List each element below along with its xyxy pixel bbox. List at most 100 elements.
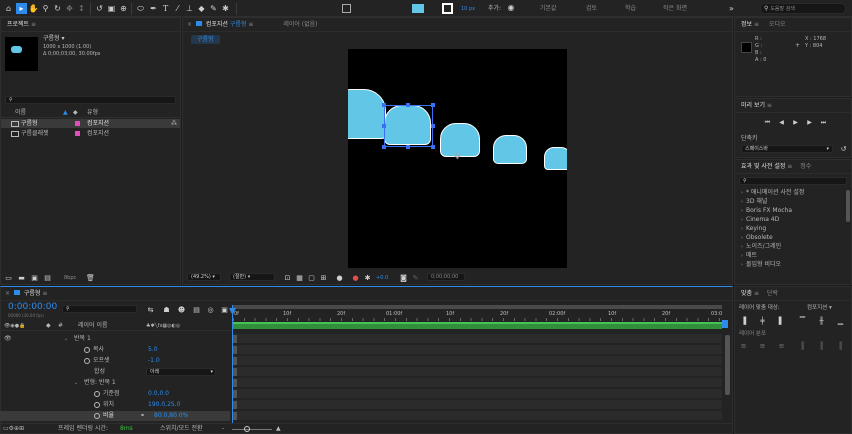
show-snapshot-icon[interactable]: ✎ xyxy=(411,273,420,282)
roto-brush-tool-icon[interactable]: ✎ xyxy=(209,4,218,13)
link-icon[interactable]: ⚭ xyxy=(140,411,145,421)
align-top-icon[interactable]: ▔ xyxy=(798,316,807,325)
resolution-select[interactable]: (절반) ▾ xyxy=(229,273,275,281)
clone-stamp-tool-icon[interactable]: ⊥ xyxy=(185,4,194,13)
workspace-learn[interactable]: 학습 xyxy=(625,5,636,13)
mask-visibility-icon[interactable]: ▢ xyxy=(307,273,316,282)
stopwatch-icon[interactable] xyxy=(84,357,90,364)
cloud-shape[interactable] xyxy=(348,89,386,139)
prop-row[interactable]: 비율 ⚭ 80.0,80.0% xyxy=(0,411,230,421)
selection-bounding-box[interactable] xyxy=(384,105,433,147)
prop-row[interactable]: 👁 ⌄ 반복 1 xyxy=(0,334,230,344)
timeline-timecode[interactable]: 0:00:00:00 xyxy=(8,302,57,312)
tab-info[interactable]: 정보 xyxy=(741,21,752,28)
eraser-tool-icon[interactable]: ◆ xyxy=(197,4,206,13)
zoom-out-icon[interactable]: - xyxy=(222,425,224,433)
puppet-tool-icon[interactable]: ✱ xyxy=(221,4,230,13)
effects-category[interactable]: › 노이즈/그레인 xyxy=(735,242,851,251)
col-type-header[interactable]: 유형 xyxy=(87,109,98,117)
effects-category[interactable]: › 매트 xyxy=(735,251,851,260)
project-row[interactable]: 구름형 컴포지션 ⁂ xyxy=(1,119,180,128)
previous-frame-icon[interactable]: ◀ xyxy=(777,118,786,127)
layer-tab[interactable]: 레이어 (없음) xyxy=(283,21,317,28)
new-comp-icon[interactable]: ▣ xyxy=(30,273,39,282)
stopwatch-icon[interactable] xyxy=(94,412,100,419)
effects-category[interactable]: › 3D 채널 xyxy=(735,197,851,206)
shape-tool-icon[interactable]: ⬭ xyxy=(135,4,146,13)
scrollbar[interactable] xyxy=(846,190,850,222)
layer-duration-bar[interactable] xyxy=(233,322,722,329)
pan-tool-icon[interactable]: ✥ xyxy=(65,4,74,13)
help-search-field[interactable]: ⚲ 도움말 검색 xyxy=(760,3,846,14)
shortcut-select[interactable]: 스페이스바 ▾ xyxy=(741,145,833,153)
type-tool-icon[interactable]: T xyxy=(161,4,170,13)
comp-canvas[interactable]: ✥ xyxy=(348,49,567,268)
color-management-icon[interactable]: ● xyxy=(351,273,360,282)
brush-tool-icon[interactable]: ⁄ xyxy=(173,4,182,13)
footer-icons[interactable]: ▭⚙⊕⊞ xyxy=(3,425,24,433)
tab-effects[interactable]: 효과 및 사전 설정 xyxy=(741,163,785,170)
effects-category[interactable]: › * 애니메이션 사전 설정 xyxy=(735,188,851,197)
first-frame-icon[interactable]: ⏮ xyxy=(763,118,772,127)
bbox-handle[interactable] xyxy=(406,103,410,107)
project-search-input[interactable]: ⚲ xyxy=(5,96,176,104)
fill-color-swatch[interactable] xyxy=(412,4,424,13)
tab-audio[interactable]: 오디오 xyxy=(769,21,786,28)
hand-tool-icon[interactable]: ✋ xyxy=(29,4,39,13)
workspace-review[interactable]: 검토 xyxy=(586,5,597,13)
region-of-interest-icon[interactable]: ⊡ xyxy=(283,273,292,282)
work-area-end[interactable] xyxy=(722,320,728,328)
project-item-name[interactable]: 구름형 ▾ xyxy=(43,35,64,43)
shy-layers-icon[interactable]: ☻ xyxy=(177,305,186,314)
anchor-point-icon[interactable]: ✥ xyxy=(454,152,461,161)
work-area-bar[interactable] xyxy=(233,305,722,309)
effects-search-input[interactable]: ⚲ xyxy=(739,177,847,185)
interpret-footage-icon[interactable]: ▭ xyxy=(4,273,13,282)
prop-row[interactable]: 위치 190.0,25.0 xyxy=(0,400,230,410)
project-row[interactable]: 구름클래젯 컴포지션 xyxy=(1,129,180,138)
bbox-handle[interactable] xyxy=(382,103,386,107)
align-left-icon[interactable]: ▐ xyxy=(739,316,748,325)
rotate-tool-icon[interactable]: ↺ xyxy=(95,4,104,13)
timeline-comp-tab[interactable]: 구름형 ≡ xyxy=(24,290,48,297)
tab-constant[interactable]: 정수 xyxy=(800,163,811,170)
add-icon[interactable]: ◉ xyxy=(507,4,515,12)
zoom-slider-handle[interactable] xyxy=(244,426,250,432)
prop-row[interactable]: 기준점 0.0,0.0 xyxy=(0,389,230,399)
graph-editor-icon[interactable]: ▣ xyxy=(220,305,229,314)
timeline-search-input[interactable]: ⚲ xyxy=(62,305,137,313)
bpc-label[interactable]: 8bpc xyxy=(64,274,76,282)
prop-row[interactable]: 오프셋 -1.0 xyxy=(0,356,230,366)
effects-category[interactable]: › Keying xyxy=(735,224,851,233)
fill-swatch-icon[interactable] xyxy=(342,4,351,13)
stroke-width-value[interactable]: 10 px xyxy=(461,5,475,13)
pen-tool-icon[interactable]: ✒ xyxy=(149,4,158,13)
frame-blending-icon[interactable]: ▤ xyxy=(192,305,201,314)
bbox-handle[interactable] xyxy=(431,124,435,128)
align-h-center-icon[interactable]: ╪ xyxy=(758,316,767,325)
effects-category[interactable]: › Obsolete xyxy=(735,233,851,242)
motion-blur-icon[interactable]: ◎ xyxy=(206,305,215,314)
guide-options-icon[interactable]: ⊞ xyxy=(319,273,328,282)
home-icon[interactable]: ⌂ xyxy=(4,4,13,13)
next-frame-icon[interactable]: ▶ xyxy=(805,118,814,127)
align-bottom-icon[interactable]: ▁ xyxy=(836,316,845,325)
prop-row[interactable]: 합성 아래 ▾ xyxy=(0,367,230,377)
timeline-scrollbar[interactable] xyxy=(725,335,730,395)
channel-icon[interactable]: ● xyxy=(335,273,344,282)
effects-category[interactable]: › Cinema 4D xyxy=(735,215,851,224)
composite-select[interactable]: 아래 ▾ xyxy=(146,368,216,376)
bbox-handle[interactable] xyxy=(382,124,386,128)
tab-paragraph[interactable]: 단락 xyxy=(767,290,778,297)
camera-tool-icon[interactable]: ▣ xyxy=(107,4,116,13)
bbox-handle[interactable] xyxy=(406,145,410,149)
effects-category[interactable]: › Boris FX Mocha xyxy=(735,206,851,215)
overflow-icon[interactable]: » xyxy=(727,4,736,13)
prop-row[interactable]: ⌄ 변형: 반복 1 xyxy=(0,378,230,388)
stopwatch-icon[interactable] xyxy=(94,401,100,408)
cloud-shape[interactable] xyxy=(493,135,527,164)
distribute-right-icon[interactable]: ║ xyxy=(836,341,845,350)
last-frame-icon[interactable]: ⏭ xyxy=(819,118,828,127)
bbox-handle[interactable] xyxy=(431,103,435,107)
magnification-select[interactable]: (49.2%) ▾ xyxy=(187,273,221,281)
